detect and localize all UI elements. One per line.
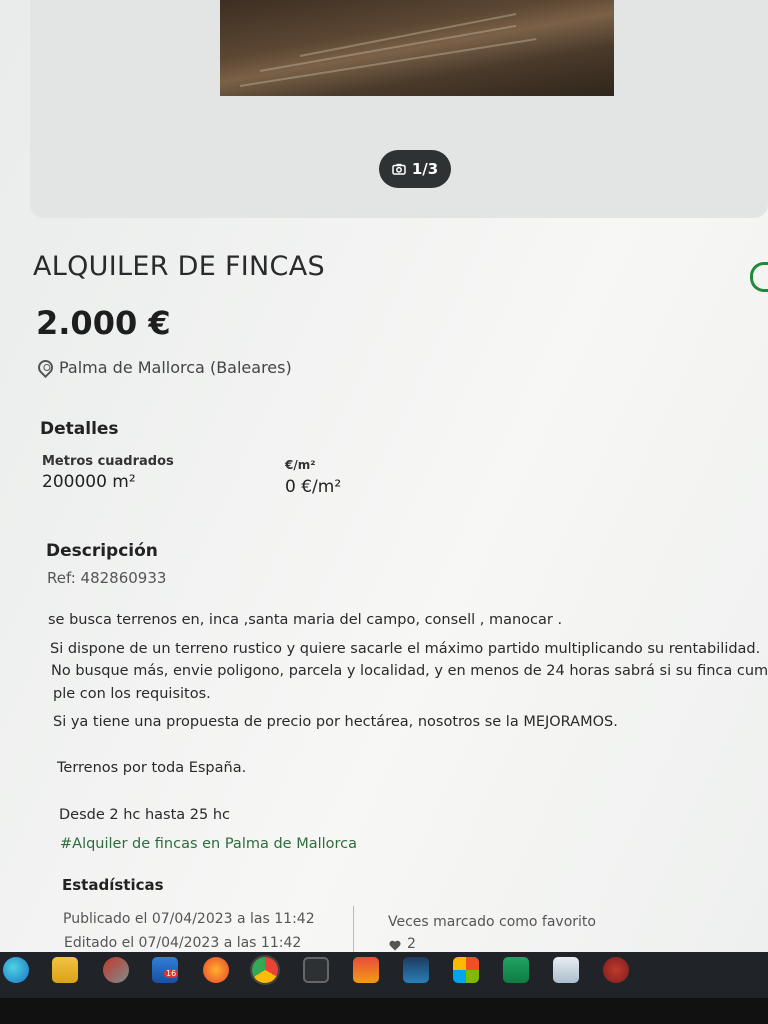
- description-line: se busca terrenos en, inca ,santa maria …: [48, 612, 563, 628]
- description-line: Terrenos por toda España.: [57, 760, 247, 776]
- photo-detail: [239, 38, 537, 87]
- stats-heading: Estadísticas: [62, 876, 164, 894]
- reference-number: Ref: 482860933: [47, 569, 167, 587]
- favorites-label: Veces marcado como favorito: [388, 914, 596, 930]
- area-label: Metros cuadrados: [42, 454, 174, 469]
- firefox-icon[interactable]: [203, 957, 229, 983]
- chrome-icon[interactable]: [252, 957, 278, 983]
- listing-location: Palma de Mallorca (Baleares): [34, 356, 292, 379]
- favorites-count: 2: [407, 936, 416, 952]
- notepad-icon[interactable]: [553, 957, 579, 983]
- description-line: Si dispone de un terreno rustico y quier…: [50, 641, 761, 657]
- location-pin-icon: [34, 356, 57, 379]
- heart-icon: [389, 940, 401, 951]
- photo-detail: [299, 13, 517, 57]
- stats-divider: [353, 906, 354, 952]
- photo-gallery[interactable]: 1/3: [30, 0, 768, 218]
- camera-icon: [392, 163, 406, 175]
- snipping-tool-icon[interactable]: [103, 957, 129, 983]
- media-icon[interactable]: [403, 957, 429, 983]
- edited-date: Editado el 07/04/2023 a las 11:42: [64, 935, 302, 951]
- location-label: Palma de Mallorca (Baleares): [59, 358, 292, 377]
- heart-favorite-icon[interactable]: [750, 262, 768, 292]
- description-line: ple con los requisitos.: [53, 686, 211, 702]
- store-icon[interactable]: [453, 957, 479, 983]
- listing-title: ALQUILER DE FINCAS: [33, 251, 325, 282]
- game-icon[interactable]: [603, 957, 629, 983]
- listing-photo[interactable]: [220, 0, 614, 96]
- description-line: No busque más, envie poligono, parcela y…: [51, 663, 768, 679]
- area-value: 200000 m²: [42, 472, 136, 492]
- description-heading: Descripción: [46, 541, 158, 561]
- photo-app-icon[interactable]: [353, 957, 379, 983]
- photo-counter-label: 1/3: [411, 160, 439, 178]
- hashtag-link[interactable]: #Alquiler de fincas en Palma de Mallorca: [60, 836, 357, 852]
- file-explorer-icon[interactable]: [52, 957, 78, 983]
- details-heading: Detalles: [40, 419, 119, 439]
- description-line: Si ya tiene una propuesta de precio por …: [53, 714, 618, 730]
- listing-price: 2.000 €: [36, 304, 171, 342]
- price-per-m2-label: €/m²: [285, 458, 316, 472]
- price-per-m2-value: 0 €/m²: [285, 477, 342, 497]
- mail-unread-badge: 16: [164, 969, 179, 978]
- photo-counter-button[interactable]: 1/3: [379, 150, 451, 188]
- browser-page: 1/3 ALQUILER DE FINCAS 2.000 € Palma de …: [0, 0, 768, 952]
- published-date: Publicado el 07/04/2023 a las 11:42: [63, 911, 315, 927]
- edge-icon[interactable]: [3, 957, 29, 983]
- davinci-icon[interactable]: [303, 957, 329, 983]
- description-line: Desde 2 hc hasta 25 hc: [59, 807, 231, 823]
- excel-icon[interactable]: [503, 957, 529, 983]
- monitor-bezel: [0, 998, 768, 1024]
